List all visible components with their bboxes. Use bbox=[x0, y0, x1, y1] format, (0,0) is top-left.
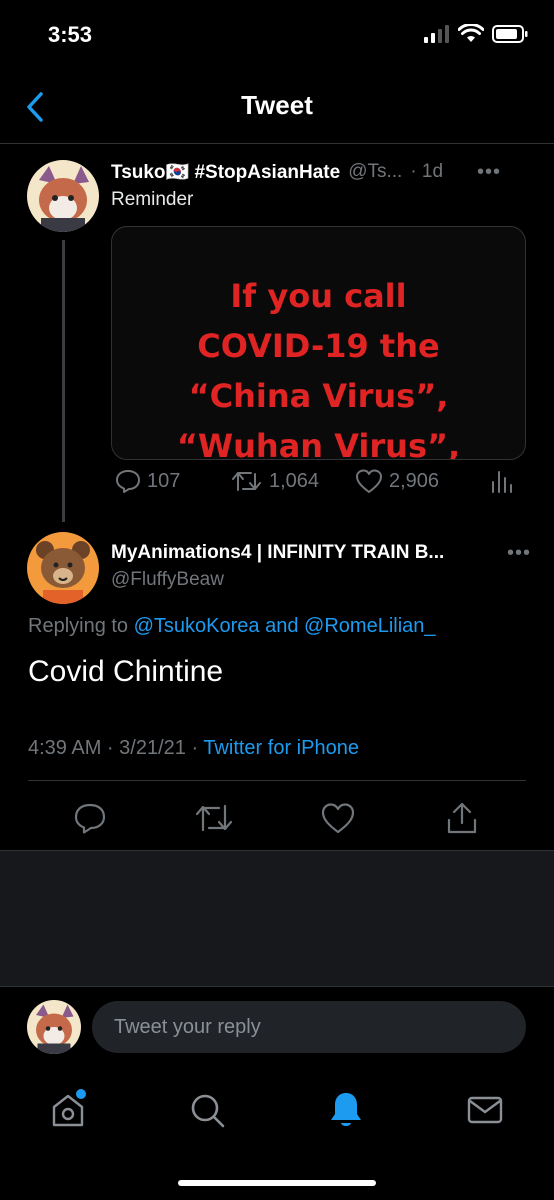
like-button[interactable]: 2,906 bbox=[355, 468, 439, 494]
parent-action-bar: 107 1,064 2,906 bbox=[111, 468, 531, 504]
share-button[interactable] bbox=[440, 796, 484, 840]
tweet-action-bar bbox=[0, 796, 554, 840]
mail-icon bbox=[467, 1096, 503, 1124]
bell-icon bbox=[331, 1093, 361, 1126]
reply-icon bbox=[116, 470, 140, 493]
status-time: 3:53 bbox=[48, 22, 93, 47]
notification-dot bbox=[76, 1089, 86, 1099]
image-text-line: “Wuhan Virus”, bbox=[176, 427, 461, 460]
like-count: 2,906 bbox=[389, 469, 440, 492]
retweet-icon bbox=[195, 804, 233, 832]
reply-icon bbox=[74, 803, 106, 834]
cellular-signal-icon bbox=[424, 25, 449, 43]
parent-tweet-header: Tsuko🇰🇷 #StopAsianHate @Ts... · 1d ••• bbox=[111, 160, 531, 184]
avatar-image bbox=[27, 1000, 81, 1054]
parent-avatar[interactable] bbox=[27, 160, 99, 232]
reply-display-name[interactable]: MyAnimations4 | INFINITY TRAIN B... bbox=[111, 542, 444, 563]
reply-count: 107 bbox=[147, 469, 181, 492]
reply-handle[interactable]: @FluffyBeaw bbox=[111, 569, 224, 591]
heart-icon bbox=[321, 803, 355, 834]
heart-icon bbox=[356, 469, 382, 493]
empty-replies-area bbox=[0, 850, 554, 986]
status-icons bbox=[424, 24, 528, 44]
retweet-icon bbox=[232, 472, 261, 491]
reply-avatar[interactable] bbox=[27, 532, 99, 604]
like-button[interactable] bbox=[316, 796, 360, 840]
analytics-button[interactable] bbox=[489, 468, 513, 494]
retweet-button[interactable] bbox=[192, 796, 236, 840]
image-text-line: If you call bbox=[230, 277, 407, 315]
more-options-icon[interactable]: ••• bbox=[477, 161, 501, 184]
reply-input[interactable] bbox=[92, 1001, 526, 1053]
reply-button[interactable] bbox=[68, 796, 112, 840]
tweet-media-image[interactable]: If you call COVID-19 the “China Virus”, … bbox=[111, 226, 526, 460]
share-icon bbox=[447, 802, 477, 834]
retweet-count: 1,064 bbox=[269, 469, 320, 492]
parent-timestamp: · 1d bbox=[410, 161, 444, 182]
avatar-image bbox=[27, 532, 99, 604]
tab-bar bbox=[0, 1066, 554, 1200]
tab-messages[interactable] bbox=[461, 1086, 509, 1134]
replying-prefix: Replying to bbox=[28, 615, 129, 637]
composer-avatar[interactable] bbox=[27, 1000, 81, 1054]
battery-icon bbox=[492, 25, 528, 43]
source-link[interactable]: Twitter for iPhone bbox=[203, 737, 359, 759]
tab-search[interactable] bbox=[183, 1086, 231, 1134]
mention-link[interactable]: @RomeLilian_ bbox=[304, 615, 435, 637]
avatar-image bbox=[27, 160, 99, 232]
reply-button[interactable]: 107 bbox=[115, 468, 180, 494]
analytics-icon bbox=[492, 471, 512, 493]
home-indicator[interactable] bbox=[178, 1180, 376, 1186]
tab-home[interactable] bbox=[44, 1086, 92, 1134]
more-options-icon[interactable]: ••• bbox=[507, 542, 531, 565]
page-title: Tweet bbox=[241, 90, 313, 120]
reply-tweet-header: MyAnimations4 | INFINITY TRAIN B... ••• bbox=[111, 542, 531, 564]
divider bbox=[28, 780, 526, 781]
top-nav: Tweet bbox=[0, 70, 554, 144]
retweet-button[interactable]: 1,064 bbox=[231, 468, 319, 494]
search-icon bbox=[191, 1094, 225, 1128]
reply-tweet-text: Covid Chintine bbox=[28, 655, 224, 688]
mention-link[interactable]: @TsukoKorea bbox=[134, 615, 260, 637]
tab-notifications[interactable] bbox=[322, 1086, 370, 1134]
mention-and[interactable]: and bbox=[265, 615, 298, 637]
tweet-meta: 4:39 AM · 3/21/21 · Twitter for iPhone bbox=[28, 737, 359, 760]
thread-line bbox=[62, 240, 65, 522]
parent-display-name[interactable]: Tsuko🇰🇷 #StopAsianHate bbox=[111, 160, 340, 184]
replying-to-line: Replying to @TsukoKorea and @RomeLilian_ bbox=[28, 615, 436, 638]
image-text-line: COVID-19 the bbox=[197, 327, 440, 365]
reply-composer bbox=[0, 986, 554, 1066]
image-text-line: “China Virus”, bbox=[188, 377, 449, 415]
parent-handle[interactable]: @Ts... bbox=[348, 161, 402, 183]
wifi-icon bbox=[458, 24, 484, 42]
status-bar: 3:53 bbox=[0, 0, 554, 70]
parent-tweet-text: Reminder bbox=[111, 189, 194, 210]
tweet-timestamp: 4:39 AM · 3/21/21 · bbox=[28, 737, 199, 759]
